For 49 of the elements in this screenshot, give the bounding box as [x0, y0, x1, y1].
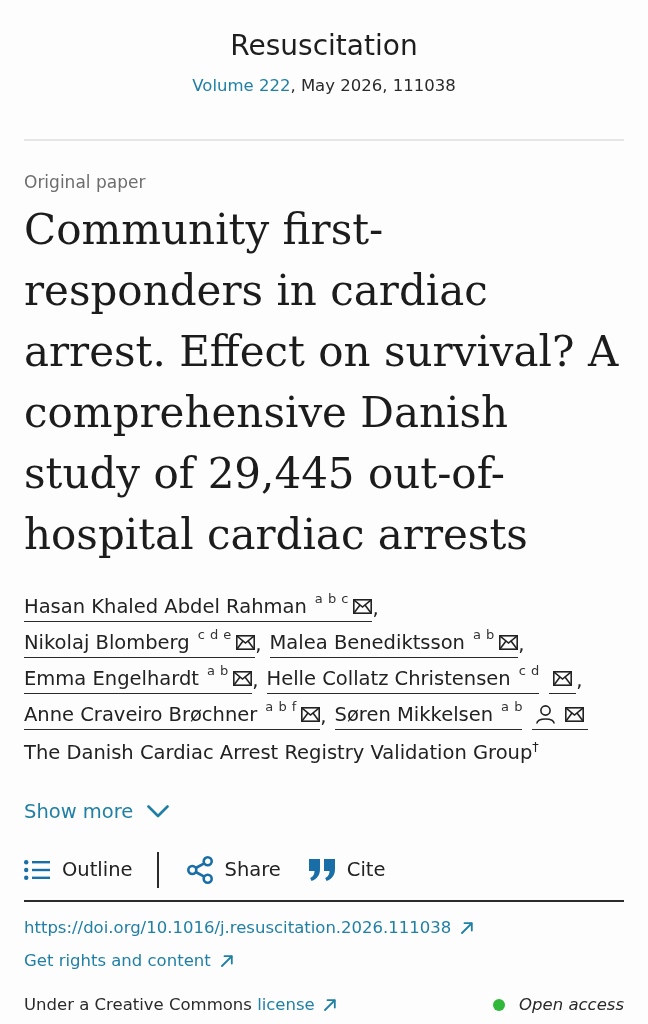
doi-link[interactable]: https://doi.org/10.1016/j.resuscitation.2026.111038	[24, 914, 474, 941]
affiliation-marks[interactable]: a b c	[314, 592, 349, 606]
article-title: Community first-responders in cardiac arrest. Effect on survival? A comprehensive Danish study of 29,445 out-of-hospital cardiac arrests	[24, 204, 620, 561]
license-link[interactable]: license	[257, 991, 336, 1018]
license-text: Under a Creative Commons license	[24, 991, 336, 1018]
author-separator: ,	[252, 668, 259, 694]
mail-icon	[565, 706, 585, 722]
share-icon	[186, 855, 213, 884]
share-button[interactable]: Share	[186, 851, 281, 888]
affiliation-marks[interactable]: c d e	[197, 628, 232, 642]
author-link[interactable]: Malea Benediktsson a b	[269, 627, 519, 658]
open-access-label: Open access	[519, 993, 624, 1016]
author-separator: ,	[255, 632, 262, 658]
mail-icon	[499, 634, 519, 650]
list-icon	[24, 859, 50, 880]
volume-link[interactable]: Volume 222	[192, 76, 291, 95]
mail-icon	[233, 670, 253, 686]
author-separator: ,	[576, 668, 583, 694]
author-link[interactable]: Søren Mikkelsen a b	[334, 699, 523, 730]
mail-icon	[553, 670, 573, 686]
arrow-icon	[461, 921, 474, 934]
arrow-icon	[323, 998, 336, 1011]
issue-details: Volume 222, May 2026, 111038	[192, 75, 456, 97]
show-more-button[interactable]: Show more	[24, 797, 170, 826]
affiliation-marks[interactable]: a b f	[265, 700, 297, 714]
dot-icon	[493, 998, 506, 1011]
journal-title: Resuscitation	[230, 28, 418, 64]
author-link[interactable]: Nikolaj Blomberg c d e	[24, 627, 256, 658]
cite-button[interactable]: Cite	[308, 851, 386, 888]
article-type: Original paper	[24, 171, 147, 194]
author-link[interactable]: Anne Craveiro Brøchner a b f	[24, 699, 321, 730]
quote-icon	[308, 858, 335, 881]
author-separator: ,	[518, 632, 525, 658]
author-separator: ,	[320, 704, 327, 730]
affiliation-marks[interactable]: a b	[472, 628, 495, 642]
affiliation-marks[interactable]: a b	[206, 664, 229, 678]
outline-button[interactable]: Outline	[24, 851, 133, 888]
affiliation-marks[interactable]: c d	[518, 664, 540, 678]
mail-icon	[353, 598, 373, 614]
author-separator: ,	[372, 596, 379, 622]
author-link[interactable]: Helle Collatz Christensen c d	[266, 663, 540, 694]
mail-icon	[301, 706, 321, 722]
rights-link[interactable]: Get rights and content	[24, 947, 233, 974]
affiliation-marks[interactable]: a b	[501, 700, 523, 714]
arrow-icon	[220, 954, 233, 967]
author-link[interactable]: Emma Engelhardt a b	[24, 663, 253, 694]
author-link[interactable]: Hasan Khaled Abdel Rahman a b c	[24, 591, 373, 622]
author-group: The Danish Cardiac Arrest Registry Validation Group$^{†}$	[24, 732, 624, 768]
mail-icon	[236, 634, 256, 650]
